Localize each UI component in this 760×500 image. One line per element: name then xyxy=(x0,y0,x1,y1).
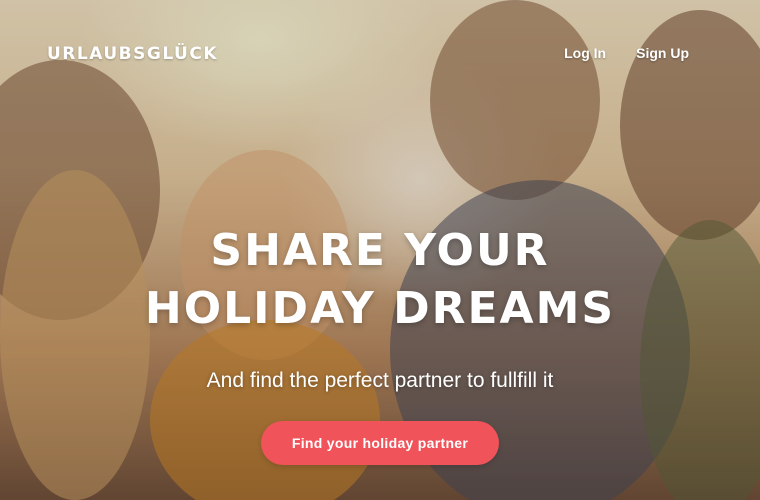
login-link[interactable]: Log In xyxy=(564,45,606,61)
hero-subheadline: And find the perfect partner to fullfill… xyxy=(206,369,554,392)
hero-headline-line1: SHARE YOUR xyxy=(210,225,550,276)
signup-link[interactable]: Sign Up xyxy=(636,45,689,61)
top-nav: Log In Sign Up xyxy=(564,45,689,61)
find-holiday-partner-button[interactable]: Find your holiday partner xyxy=(261,421,499,465)
hero-section: URLAUBSGLÜCK Log In Sign Up SHARE YOUR H… xyxy=(0,0,760,500)
brand-logo[interactable]: URLAUBSGLÜCK xyxy=(47,44,218,64)
hero-headline-line2: HOLIDAY DREAMS xyxy=(144,283,616,334)
hero-headline: SHARE YOUR HOLIDAY DREAMS xyxy=(0,222,760,338)
